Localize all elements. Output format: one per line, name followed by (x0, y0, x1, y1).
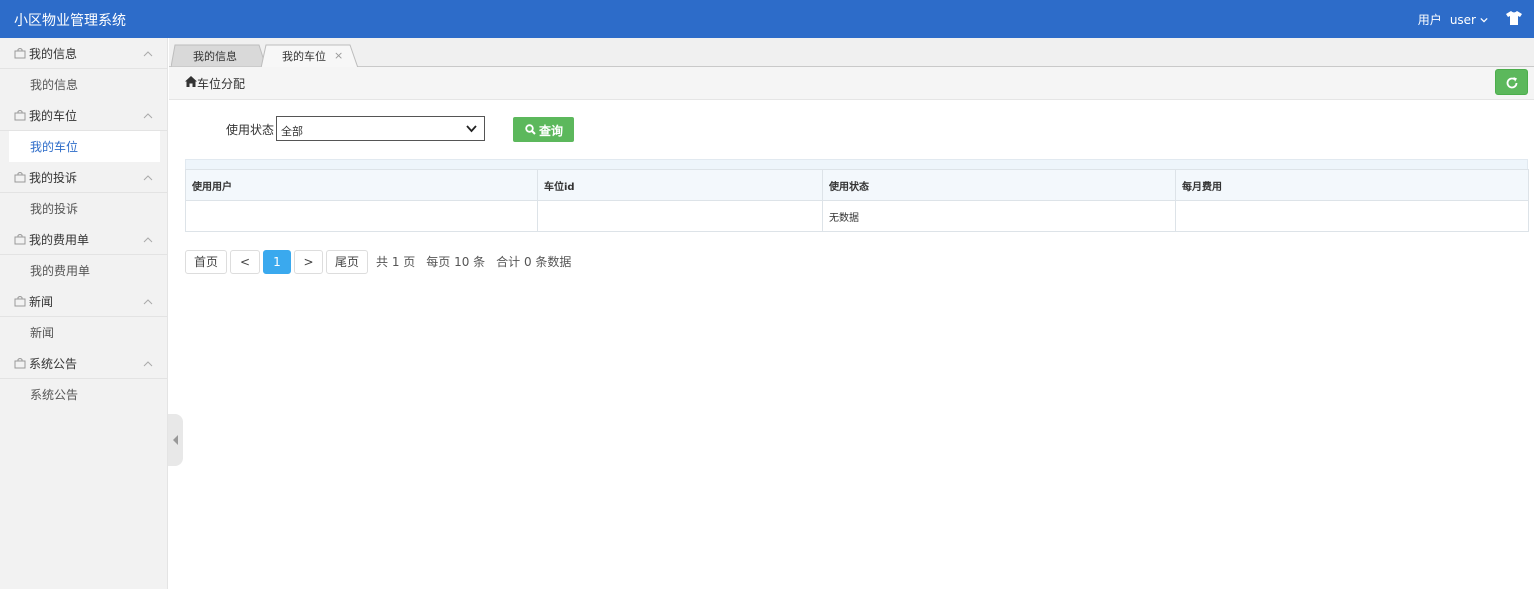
sidebar-group-announcements[interactable]: 系统公告 (0, 348, 167, 379)
refresh-icon (1506, 77, 1518, 89)
sidebar-group-label: 系统公告 (29, 356, 78, 371)
table-cell (1175, 200, 1529, 232)
page-next-button[interactable]: > (294, 249, 323, 274)
theme-shirt-icon[interactable] (1506, 11, 1522, 25)
table-cell (537, 200, 823, 232)
table-header-row: 使用用户 车位id 使用状态 每月费用 (185, 169, 1529, 201)
sidebar-group-news[interactable]: 新闻 (0, 286, 167, 317)
query-button[interactable]: 查询 (513, 117, 574, 142)
sidebar-item-my-complaints[interactable]: 我的投诉 (0, 193, 167, 224)
bag-icon (14, 172, 26, 183)
sidebar-item-my-parking[interactable]: 我的车位 (9, 131, 160, 162)
bag-icon (14, 110, 26, 121)
table-cell (185, 200, 538, 232)
chevron-down-icon (466, 125, 477, 133)
tab-label: 我的车位 (282, 50, 326, 63)
per-page-text: 每页 10 条 (426, 255, 486, 269)
chevron-up-icon (143, 175, 153, 181)
page-last-button[interactable]: 尾页 (326, 249, 368, 274)
sidebar-group-my-complaints[interactable]: 我的投诉 (0, 162, 167, 193)
sidebar-group-label: 新闻 (29, 294, 54, 309)
sidebar-item-my-bills[interactable]: 我的费用单 (0, 255, 167, 286)
total-pages-text: 共 1 页 (376, 255, 416, 269)
bag-icon (14, 296, 26, 307)
column-header-monthly-fee[interactable]: 每月费用 (1175, 169, 1529, 201)
table-toolbar (185, 159, 1528, 169)
sidebar-group-label: 我的信息 (29, 46, 78, 61)
sidebar-group-my-info[interactable]: 我的信息 (0, 38, 167, 69)
page-number-button[interactable]: 1 (263, 249, 291, 274)
tab-label: 我的信息 (193, 50, 237, 63)
chevron-up-icon (143, 51, 153, 57)
search-icon (525, 124, 536, 135)
page-prev-button[interactable]: < (230, 249, 260, 274)
home-icon (185, 76, 197, 87)
chevron-up-icon (143, 237, 153, 243)
refresh-button[interactable] (1495, 69, 1528, 95)
sidebar-group-label: 我的车位 (29, 108, 78, 123)
sidebar-group-label: 我的投诉 (29, 170, 78, 185)
chevron-down-icon (1480, 17, 1488, 22)
bag-icon (14, 48, 26, 59)
total-records-text: 合计 0 条数据 (496, 255, 572, 269)
user-role-label: 用户 (1417, 13, 1442, 27)
sidebar-group-my-bills[interactable]: 我的费用单 (0, 224, 167, 255)
caret-left-icon (173, 435, 178, 445)
status-select[interactable]: 全部 (276, 116, 485, 141)
parking-table: 使用用户 车位id 使用状态 每月费用 无数据 (185, 159, 1529, 232)
app-title: 小区物业管理系统 (14, 13, 126, 29)
sidebar-collapse-handle[interactable] (168, 414, 183, 466)
bag-icon (14, 358, 26, 369)
chevron-up-icon (143, 299, 153, 305)
column-header-status[interactable]: 使用状态 (822, 169, 1176, 201)
breadcrumb-current: 车位分配 (197, 77, 246, 91)
sidebar-item-my-info[interactable]: 我的信息 (0, 69, 167, 100)
tab-bar: 我的信息 我的车位 × (169, 38, 1534, 68)
tab-my-parking[interactable]: 我的车位 × (261, 44, 359, 68)
pagination: 首页 < 1 > 尾页 共 1 页 每页 10 条 合计 0 条数据 (185, 249, 571, 274)
chevron-up-icon (143, 361, 153, 367)
table-row: 无数据 (185, 200, 1529, 232)
bag-icon (14, 234, 26, 245)
sidebar: 我的信息 我的信息 我的车位 我的车位 我的投诉 我的投诉 我的费用单 我的费用… (0, 38, 168, 589)
sidebar-group-my-parking[interactable]: 我的车位 (0, 100, 167, 131)
column-header-parking-id[interactable]: 车位id (537, 169, 823, 201)
page-first-button[interactable]: 首页 (185, 249, 227, 274)
sidebar-group-label: 我的费用单 (29, 232, 90, 247)
chevron-up-icon (143, 113, 153, 119)
top-navbar: 小区物业管理系统 用户 user (0, 0, 1534, 38)
user-menu[interactable]: 用户 user (1418, 11, 1488, 28)
sidebar-item-news[interactable]: 新闻 (0, 317, 167, 348)
tab-close-icon[interactable]: × (334, 49, 343, 62)
tab-my-info[interactable]: 我的信息 (171, 44, 267, 67)
empty-data-message: 无数据 (822, 200, 1176, 232)
query-button-label: 查询 (539, 124, 564, 138)
breadcrumb: 车位分配 (169, 67, 1534, 100)
column-header-user[interactable]: 使用用户 (185, 169, 538, 201)
status-select-value: 全部 (281, 125, 303, 138)
status-filter-label: 使用状态 (226, 123, 275, 137)
sidebar-item-announcements[interactable]: 系统公告 (0, 379, 167, 410)
username-label: user (1449, 12, 1476, 27)
